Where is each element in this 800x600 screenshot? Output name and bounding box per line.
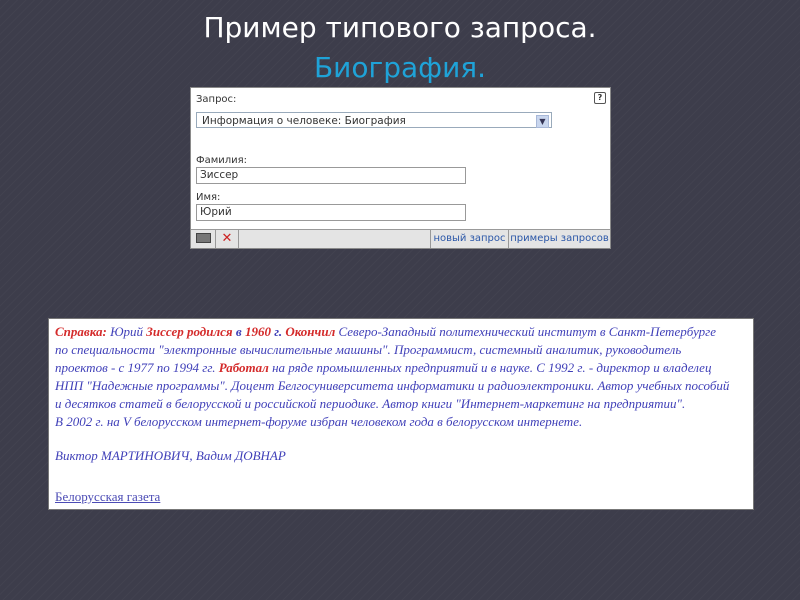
keyboard-button[interactable] [191, 230, 216, 248]
query-form: Запрос: ? Информация о человеке: Биограф… [190, 87, 611, 249]
bio-line: по специальности "электронные вычислител… [55, 342, 682, 357]
examples-link[interactable]: примеры запросов [510, 233, 608, 244]
name-input[interactable]: Юрий [196, 204, 466, 221]
bio-segment: на ряде промышленных предприятий и в нау… [268, 360, 712, 375]
close-icon: ✕ [221, 231, 233, 246]
source-link[interactable]: Белорусская газета [55, 488, 160, 506]
bio-segment: Зиссер родился [146, 324, 233, 339]
query-value: Информация о человеке: Биография [202, 115, 406, 127]
bio-segment: проектов - с 1977 по 1994 гг. [55, 360, 219, 375]
bio-segment: 1960 [244, 324, 271, 339]
bio-line: и десятков статей в белорусской и россий… [55, 396, 686, 411]
bio-line: НПП "Надежные программы". Доцент Белгосу… [55, 378, 730, 393]
bio-segment: Работал [218, 360, 269, 375]
bio-segment: в [232, 324, 245, 339]
query-select[interactable]: Информация о человеке: Биография ▼ [196, 112, 552, 128]
authors: Виктор МАРТИНОВИЧ, Вадим ДОВНАР [55, 448, 286, 463]
title-text: Пример типового запроса. [203, 11, 597, 44]
toolbar-spacer [239, 230, 431, 248]
chevron-down-icon[interactable]: ▼ [536, 115, 549, 128]
bio-segment: Юрий [106, 324, 147, 339]
bio-segment: Окончил [285, 324, 336, 339]
help-icon[interactable]: ? [594, 92, 606, 104]
name-label: Имя: [196, 192, 221, 203]
bio-segment: Справка: [55, 324, 107, 339]
slide-title: Пример типового запроса. Биография. [0, 8, 800, 88]
bio-line: проектов - с 1977 по 1994 гг. Работал на… [55, 359, 747, 377]
bio-line: В 2002 г. на V белорусском интернет-фору… [55, 414, 583, 429]
bio-segment: г. [270, 324, 286, 339]
subtitle-text: Биография. [313, 51, 487, 84]
surname-input[interactable]: Зиссер [196, 167, 466, 184]
bio-line: Справка: Юрий Зиссер родился в 1960 г. О… [55, 323, 747, 341]
surname-label: Фамилия: [196, 155, 248, 166]
keyboard-icon [195, 233, 211, 243]
form-toolbar: ✕ новый запрос примеры запросов [191, 229, 610, 248]
query-label: Запрос: [196, 94, 237, 105]
clear-button[interactable]: ✕ [216, 230, 239, 248]
bio-segment: Северо-Западный политехнический институт… [335, 324, 717, 339]
biography-panel: Справка: Юрий Зиссер родился в 1960 г. О… [48, 318, 754, 510]
new-query-link[interactable]: новый запрос [433, 233, 505, 244]
